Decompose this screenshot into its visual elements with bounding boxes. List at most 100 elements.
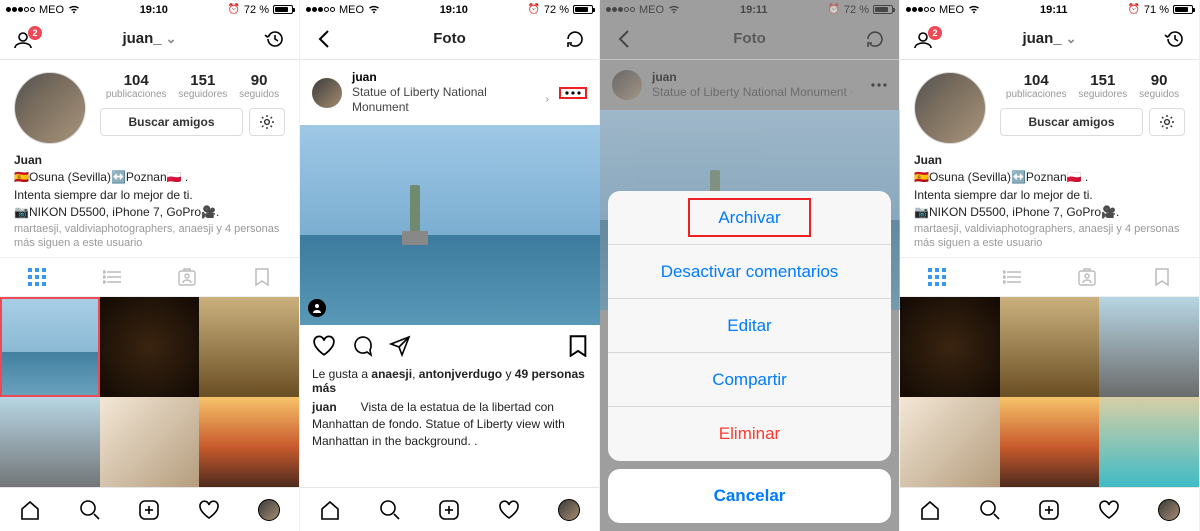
post-header: juan Statue of Liberty National Monument… — [600, 60, 899, 110]
chevron-left-icon — [317, 29, 331, 49]
save-button[interactable] — [569, 335, 587, 357]
tab-grid[interactable] — [0, 258, 75, 296]
archive-history-button[interactable] — [263, 28, 287, 50]
grid-photo-2[interactable] — [100, 297, 200, 397]
stat-posts[interactable]: 104publicaciones — [106, 72, 167, 100]
tab-saved[interactable] — [1124, 258, 1199, 296]
stat-following[interactable]: 90seguidos — [239, 72, 279, 100]
caption-user[interactable]: juan — [312, 400, 337, 414]
battery-percent: 72 % — [544, 4, 569, 16]
nav-home[interactable] — [919, 499, 941, 521]
stat-followers[interactable]: 151seguidores — [1078, 72, 1127, 100]
alarm-icon: ⏰ — [1127, 4, 1139, 15]
nav-profile[interactable] — [1158, 499, 1180, 521]
post-photo[interactable] — [300, 125, 600, 325]
stat-followers[interactable]: 151seguidores — [178, 72, 227, 100]
gear-icon — [259, 114, 275, 130]
nav-activity[interactable] — [1098, 500, 1120, 520]
refresh-button[interactable] — [563, 29, 587, 49]
tab-tagged[interactable] — [1050, 258, 1125, 296]
discover-people-button[interactable]: 2 — [12, 30, 36, 48]
discover-badge: 2 — [28, 26, 42, 40]
nav-home[interactable] — [19, 499, 41, 521]
sheet-archive[interactable]: Archivar — [608, 191, 891, 245]
refresh-icon — [565, 29, 585, 49]
wifi-icon — [368, 5, 380, 14]
nav-add[interactable] — [438, 499, 460, 521]
post-username[interactable]: juan — [352, 70, 549, 85]
nav-search[interactable] — [79, 499, 101, 521]
grid-photo-2[interactable] — [1000, 297, 1100, 397]
photo-grid — [0, 297, 299, 487]
bio-block: Juan 🇪🇸Osuna (Sevilla)↔️Poznan🇵🇱 . Inten… — [900, 152, 1199, 257]
likes-label[interactable]: Le gusta a anaesji, antonjverdugo y 49 p… — [300, 367, 599, 399]
settings-button[interactable] — [1149, 108, 1185, 136]
nav-add[interactable] — [138, 499, 160, 521]
status-bar: MEO 19:11 ⏰ 71 % — [900, 0, 1199, 18]
tab-grid[interactable] — [900, 258, 975, 296]
find-friends-button[interactable]: Buscar amigos — [100, 108, 243, 136]
stat-following[interactable]: 90seguidos — [1139, 72, 1179, 100]
post-location: Statue of Liberty National Monument › — [652, 85, 861, 100]
carrier-label: MEO — [339, 4, 364, 16]
grid-photo-4[interactable] — [0, 397, 100, 487]
sheet-disable-comments[interactable]: Desactivar comentarios — [608, 245, 891, 299]
post-location[interactable]: Statue of Liberty National Monument › — [352, 85, 549, 115]
screen-photo-detail: MEO 19:10 ⏰ 72 % Foto juan Statue of Lib… — [300, 0, 600, 531]
discover-people-button[interactable]: 2 — [912, 30, 936, 48]
profile-avatar[interactable] — [14, 72, 86, 144]
nav-profile[interactable] — [558, 499, 580, 521]
share-button[interactable] — [388, 335, 412, 357]
nav-search[interactable] — [379, 499, 401, 521]
grid-photo-1[interactable] — [900, 297, 1000, 397]
sheet-share[interactable]: Compartir — [608, 353, 891, 407]
grid-photo-6[interactable] — [199, 397, 299, 487]
find-friends-button[interactable]: Buscar amigos — [1000, 108, 1143, 136]
nav-profile[interactable] — [258, 499, 280, 521]
stat-posts[interactable]: 104publicaciones — [1006, 72, 1067, 100]
tagged-icon — [178, 268, 196, 286]
comment-button[interactable] — [350, 335, 374, 357]
nav-activity[interactable] — [198, 500, 220, 520]
grid-photo-5[interactable] — [1000, 397, 1100, 487]
nav-search[interactable] — [979, 499, 1001, 521]
view-mode-tabs — [0, 257, 299, 297]
settings-button[interactable] — [249, 108, 285, 136]
tab-list[interactable] — [975, 258, 1050, 296]
tab-tagged[interactable] — [150, 258, 225, 296]
grid-photo-6[interactable] — [1099, 397, 1199, 487]
clock: 19:11 — [740, 4, 768, 16]
tab-list[interactable] — [75, 258, 150, 296]
caption-text: Vista de la estatua de la libertad con M… — [312, 400, 565, 448]
nav-home[interactable] — [319, 499, 341, 521]
sheet-cancel[interactable]: Cancelar — [608, 469, 891, 523]
grid-photo-4[interactable] — [900, 397, 1000, 487]
grid-photo-3[interactable] — [199, 297, 299, 397]
search-icon — [979, 499, 1001, 521]
tab-saved[interactable] — [224, 258, 299, 296]
view-mode-tabs — [900, 257, 1199, 297]
signal-dots-icon — [306, 7, 335, 12]
archive-history-button[interactable] — [1163, 28, 1187, 50]
heart-icon — [498, 500, 520, 520]
like-button[interactable] — [312, 335, 336, 357]
back-button[interactable] — [312, 29, 336, 49]
chevron-down-icon: ⌄ — [1066, 31, 1077, 46]
grid-photo-3[interactable] — [1099, 297, 1199, 397]
username-dropdown[interactable]: juan_⌄ — [1022, 30, 1076, 47]
display-name: Juan — [14, 152, 285, 169]
post-options-button[interactable] — [559, 87, 587, 99]
nav-add[interactable] — [1038, 499, 1060, 521]
username-dropdown[interactable]: juan_⌄ — [122, 30, 176, 47]
sheet-delete[interactable]: Eliminar — [608, 407, 891, 461]
profile-avatar[interactable] — [914, 72, 986, 144]
grid-icon — [28, 268, 46, 286]
nav-activity[interactable] — [498, 500, 520, 520]
grid-photo-1[interactable] — [0, 297, 100, 397]
sheet-edit[interactable]: Editar — [608, 299, 891, 353]
tagged-people-indicator[interactable] — [308, 299, 326, 317]
nav-title: Foto — [433, 30, 465, 47]
post-avatar[interactable] — [312, 78, 342, 108]
grid-photo-5[interactable] — [100, 397, 200, 487]
clock: 19:10 — [140, 4, 168, 16]
